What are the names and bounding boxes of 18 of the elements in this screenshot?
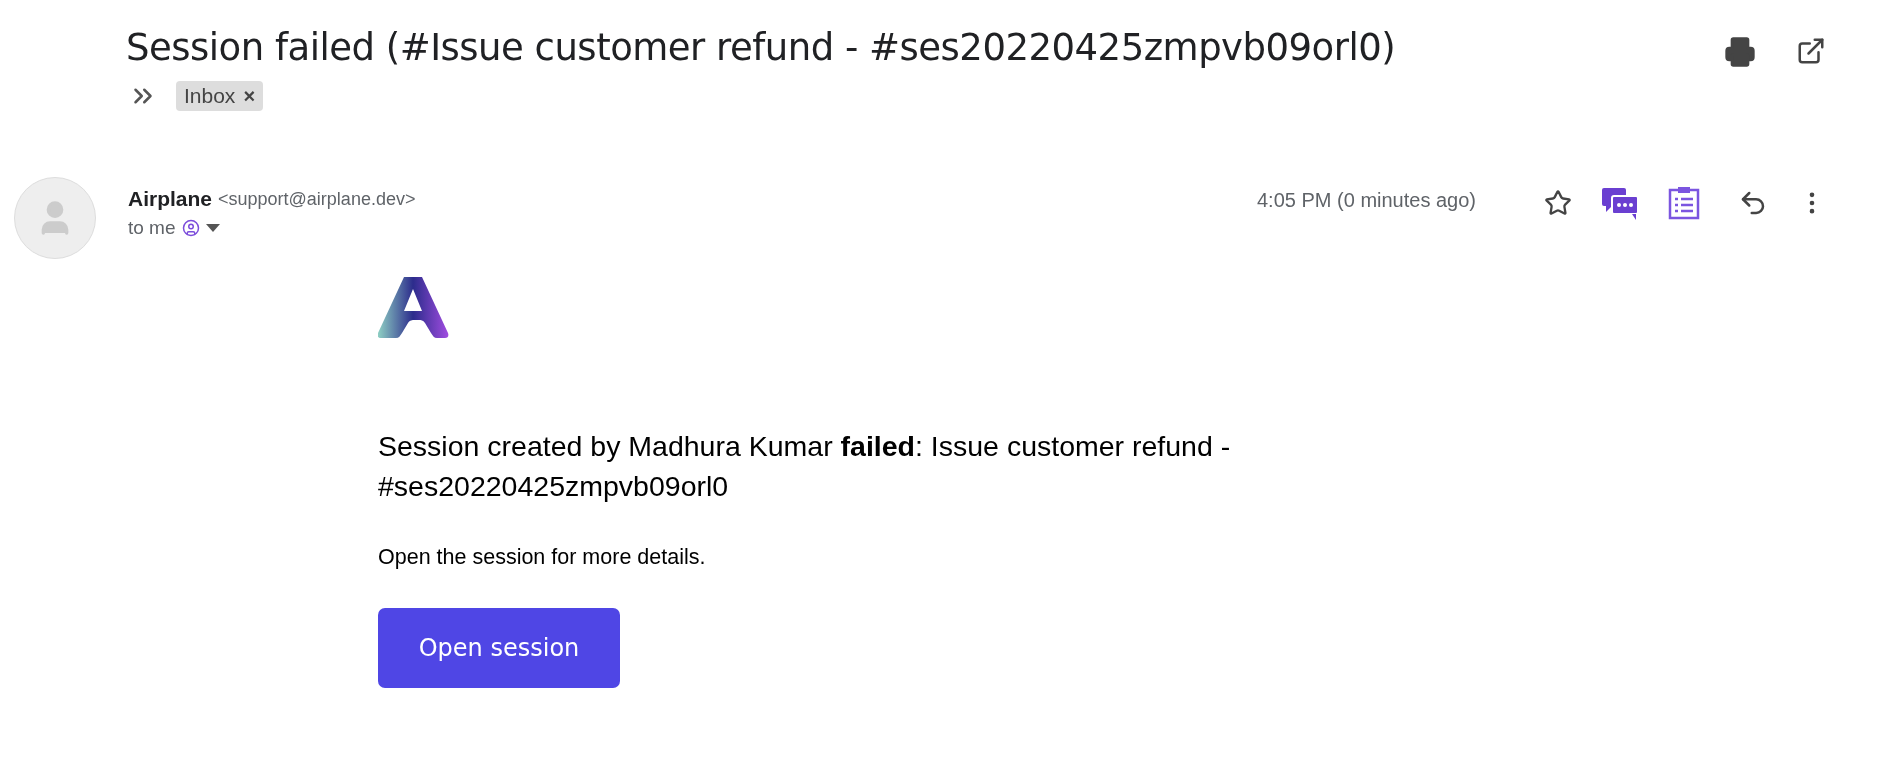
person-icon <box>181 219 200 237</box>
remove-label-button[interactable]: × <box>243 84 256 108</box>
checklist-icon[interactable] <box>1668 186 1700 220</box>
recipient-text: to me <box>128 217 176 239</box>
external-link-icon[interactable] <box>1796 36 1826 66</box>
label-text: Inbox <box>184 84 236 108</box>
session-failed-message: Session created by Madhura Kumar failed: Issue customer refund - #ses20220425zmpvb09orl0 <box>378 429 1232 504</box>
star-icon[interactable] <box>1544 189 1572 217</box>
print-icon[interactable] <box>1724 36 1756 68</box>
sender-name: Airplane <box>128 187 213 211</box>
email-subject: Session failed (#Issue customer refund - #ses20220425zmpvb09orl0) <box>126 26 1397 69</box>
chat-bubbles-icon[interactable] <box>1602 186 1638 220</box>
timestamp: 4:05 PM (0 minutes ago) <box>1257 188 1476 213</box>
sender-email: <support@airplane.dev> <box>218 188 416 210</box>
details-text: Open the session for more details. <box>378 544 707 570</box>
airplane-logo <box>378 275 450 339</box>
caret-icon[interactable] <box>205 224 220 232</box>
open-session-button[interactable]: Open session <box>378 607 620 688</box>
